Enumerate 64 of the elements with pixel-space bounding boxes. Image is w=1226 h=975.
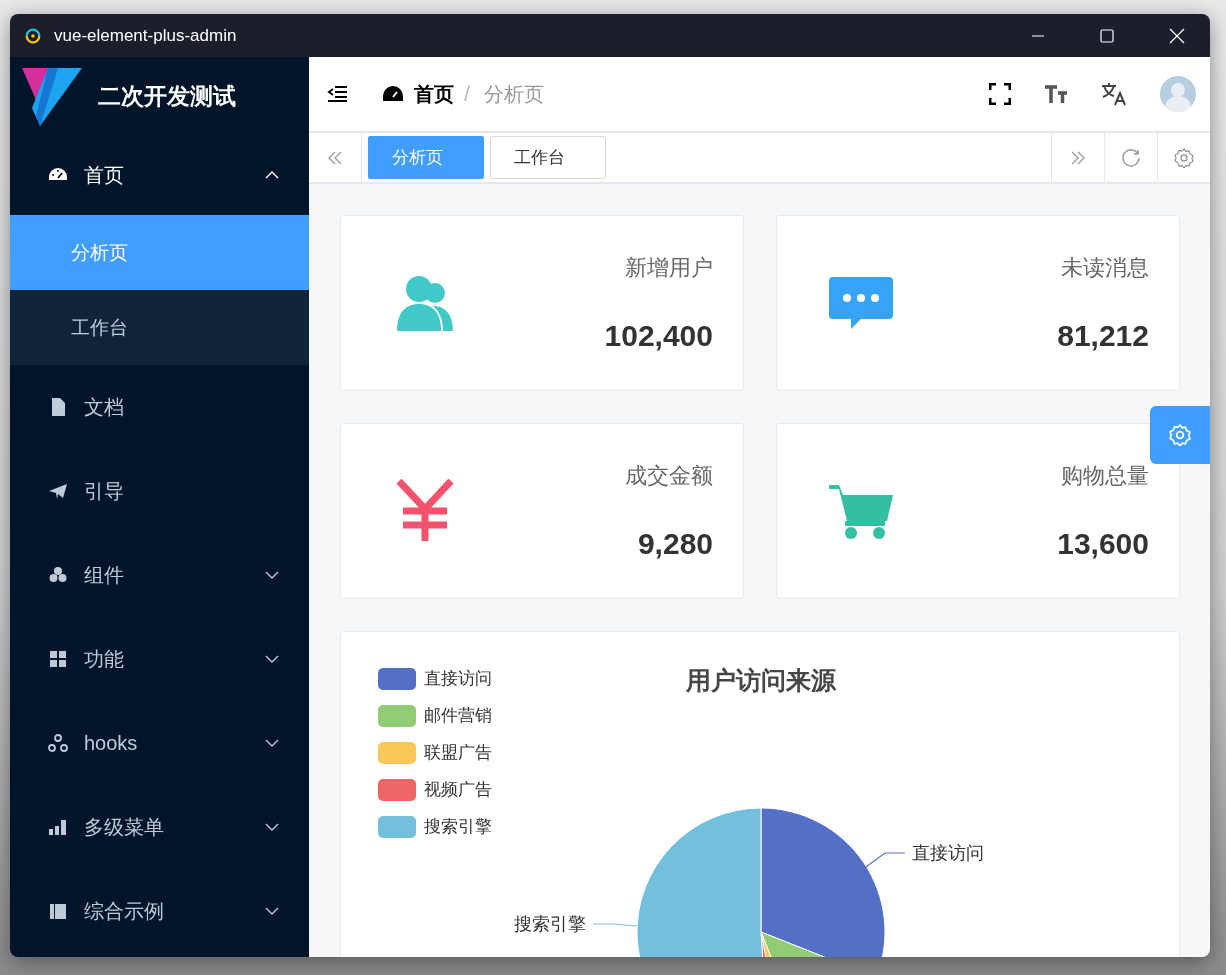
menu-item[interactable]: 文档 xyxy=(10,365,309,449)
grid-icon xyxy=(48,649,68,669)
menu-item[interactable]: 综合示例 xyxy=(10,869,309,953)
menu-item[interactable]: 多级菜单 xyxy=(10,785,309,869)
menu-item[interactable]: 功能 xyxy=(10,617,309,701)
legend-label[interactable]: 视频广告 xyxy=(424,778,492,801)
scroll-right-icon[interactable] xyxy=(1070,149,1086,166)
stat-title: 新增用户 xyxy=(625,254,713,282)
leader-line xyxy=(592,923,638,927)
breadcrumb-item[interactable]: 首页 xyxy=(414,80,454,108)
breadcrumb-separator: / xyxy=(464,81,471,107)
legend-swatch[interactable] xyxy=(378,667,416,690)
stat-value: 81,212 xyxy=(1057,319,1149,353)
settings-icon xyxy=(1169,424,1191,446)
breadcrumb-item: 分析页 xyxy=(484,81,545,107)
chevron-down-icon xyxy=(265,823,279,831)
dashboard-icon xyxy=(382,85,404,103)
font-size-icon[interactable] xyxy=(1044,84,1068,104)
legend-label[interactable]: 联盟广告 xyxy=(424,741,492,764)
menu-item[interactable]: 引导 xyxy=(10,449,309,533)
collapse-menu-icon[interactable] xyxy=(327,85,349,103)
refresh-icon[interactable] xyxy=(1121,147,1141,168)
app-name: 二次开发测试 xyxy=(98,81,236,111)
legend-swatch[interactable] xyxy=(378,778,416,801)
legend-swatch[interactable] xyxy=(378,815,416,838)
chart-title: 用户访问来源 xyxy=(686,665,836,696)
chevron-down-icon xyxy=(265,571,279,579)
menu-item[interactable]: 首页 xyxy=(10,135,309,215)
stat-value: 9,280 xyxy=(637,527,713,561)
chevron-down-icon xyxy=(265,907,279,915)
chevron-up-icon xyxy=(265,171,279,179)
window-title: vue-element-plus-admin xyxy=(54,25,237,46)
chevron-down-icon xyxy=(265,655,279,663)
legend-label[interactable]: 邮件营销 xyxy=(424,704,492,727)
menu-item[interactable]: hooks xyxy=(10,701,309,785)
legend-swatch[interactable] xyxy=(378,704,416,727)
stat-title: 购物总量 xyxy=(1061,462,1149,490)
leader-line xyxy=(862,852,906,870)
app-icon xyxy=(24,26,42,45)
stat-value: 102,400 xyxy=(604,319,713,353)
slice-label: 直接访问 xyxy=(912,843,984,863)
scroll-left-icon[interactable] xyxy=(327,149,343,166)
tab[interactable]: 工作台 xyxy=(490,136,606,179)
settings-button[interactable] xyxy=(1150,406,1210,464)
fullscreen-icon[interactable] xyxy=(989,83,1011,105)
book-icon xyxy=(48,901,68,921)
stat-title: 未读消息 xyxy=(1061,254,1149,282)
translate-icon[interactable] xyxy=(1101,82,1127,106)
settings-icon[interactable] xyxy=(1174,147,1194,168)
submenu-item[interactable]: 工作台 xyxy=(10,290,309,365)
stat-title: 成交金额 xyxy=(625,462,713,490)
bar-chart-icon xyxy=(48,817,68,837)
stat-value: 13,600 xyxy=(1057,527,1149,561)
menu-item[interactable]: 组件 xyxy=(10,533,309,617)
legend-label[interactable]: 搜索引擎 xyxy=(424,815,492,838)
maximize-icon[interactable] xyxy=(1100,28,1114,43)
legend-label[interactable]: 直接访问 xyxy=(424,667,492,690)
paper-plane-icon xyxy=(48,481,68,501)
user-avatar[interactable] xyxy=(1160,76,1196,112)
chevron-down-icon xyxy=(265,739,279,747)
slice-label: 搜索引擎 xyxy=(514,914,586,934)
logo-icon xyxy=(22,66,82,126)
close-icon[interactable] xyxy=(1169,27,1185,44)
legend-swatch[interactable] xyxy=(378,741,416,764)
